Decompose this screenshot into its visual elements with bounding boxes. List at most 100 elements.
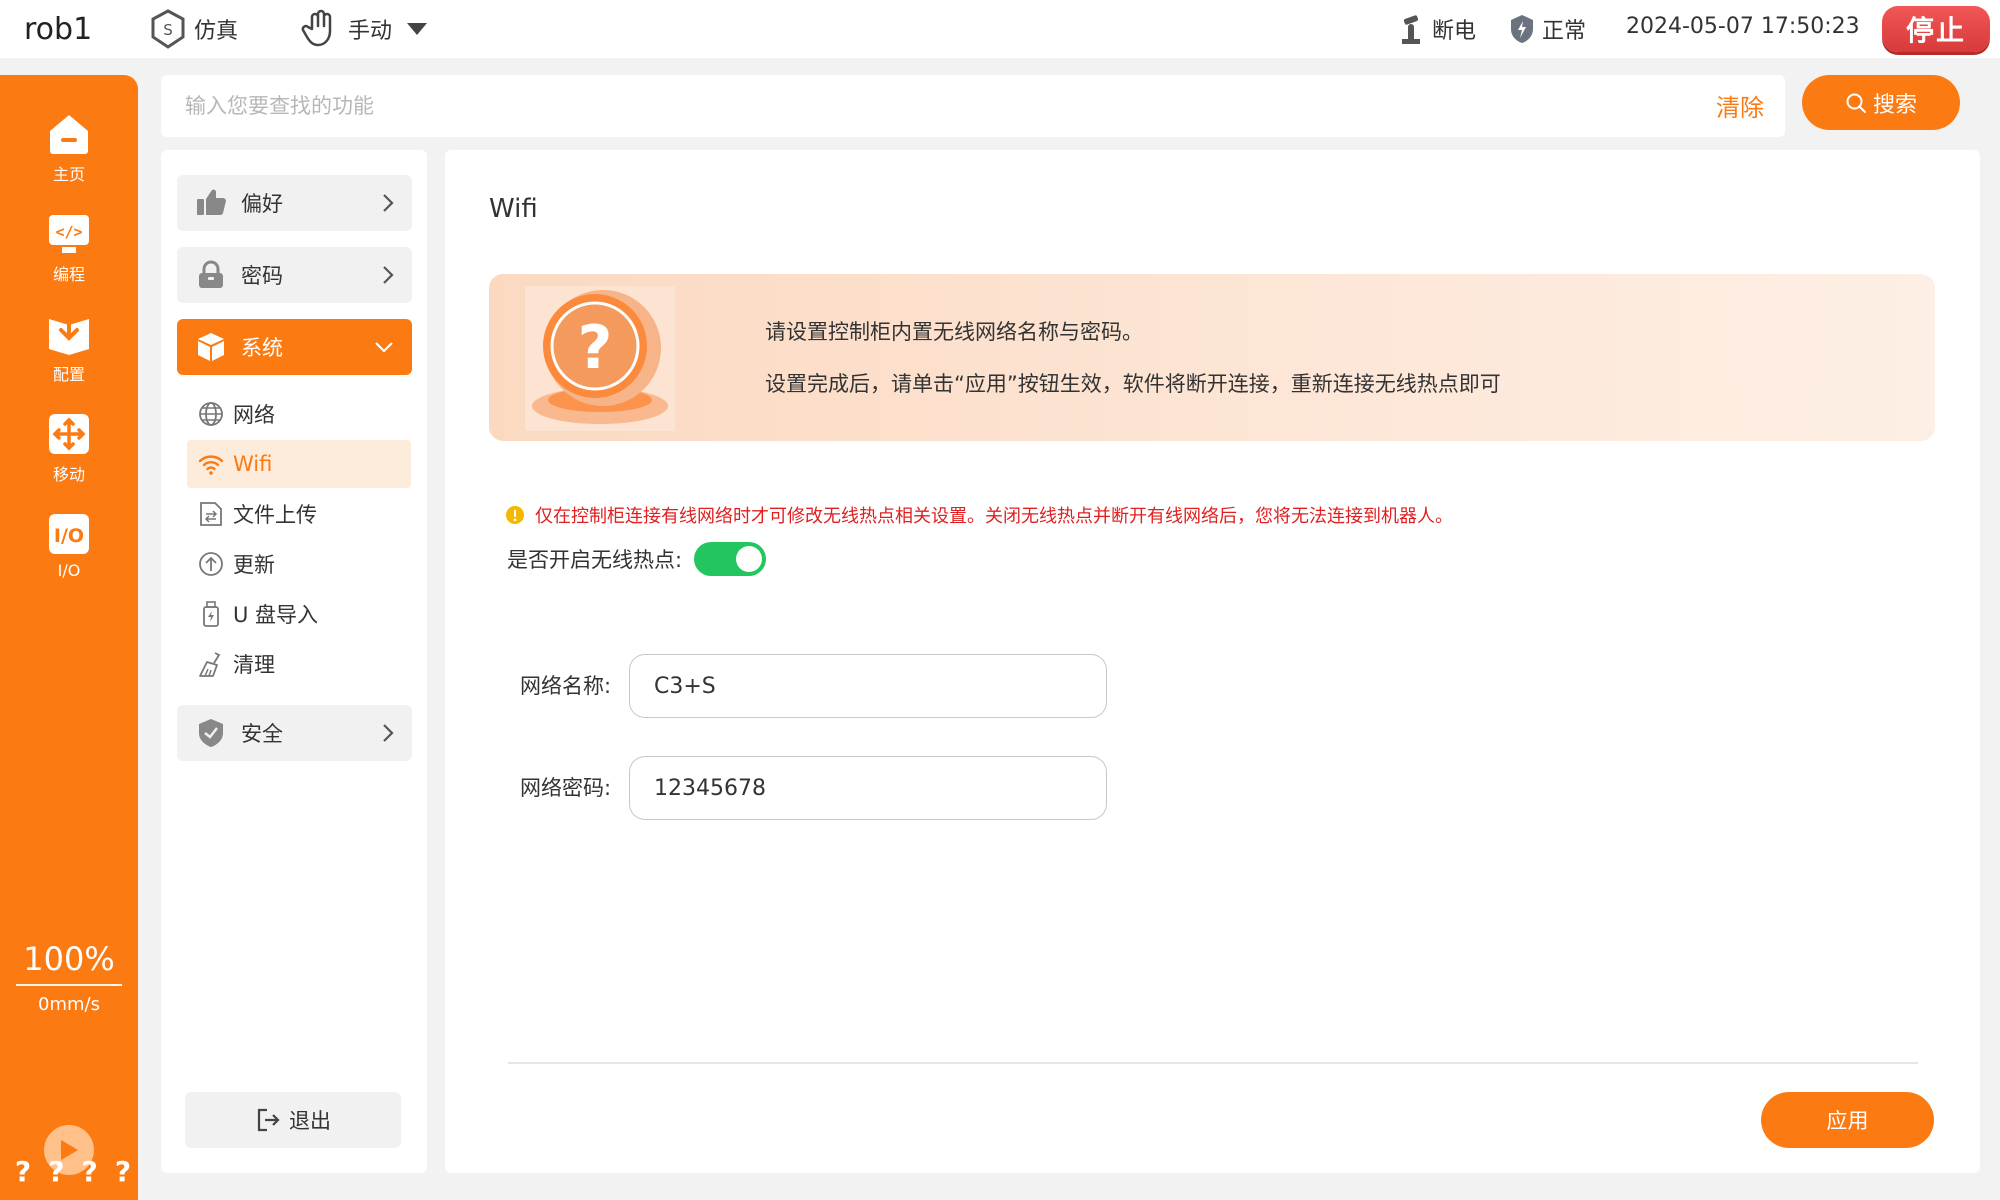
wifi-settings-panel: Wifi ? 请设置控制柜内置无线网络名称与密码。 设置完成后，请单击“应用”按… xyxy=(445,150,1980,1173)
sub-item-update[interactable]: 更新 xyxy=(187,540,411,588)
nav-item-config[interactable]: 配置 xyxy=(0,311,138,385)
menu-label-system: 系统 xyxy=(241,336,283,360)
menu-item-password[interactable]: 密码 xyxy=(177,247,412,303)
speed-value: 0mm/s xyxy=(38,994,100,1015)
chevron-right-icon xyxy=(383,724,394,742)
power-status: 断电 xyxy=(1398,10,1476,48)
quick-button-2[interactable]: ? xyxy=(41,1155,71,1188)
nav-item-programming[interactable]: </> 编程 xyxy=(0,211,138,285)
quick-button-3[interactable]: ? xyxy=(75,1155,105,1188)
nav-label-home: 主页 xyxy=(52,165,85,184)
search-button-label: 搜索 xyxy=(1872,91,1917,117)
file-upload-icon xyxy=(200,502,222,526)
sub-item-file-upload[interactable]: 文件上传 xyxy=(187,490,411,538)
menu-label-password: 密码 xyxy=(241,264,283,288)
power-status-label: 断电 xyxy=(1432,19,1477,44)
nav-label-io: I/O xyxy=(57,561,81,580)
robot-arm-icon xyxy=(1402,15,1420,44)
banner-text-primary: 请设置控制柜内置无线网络名称与密码。 xyxy=(765,320,1143,344)
page-title: Wifi xyxy=(489,194,538,224)
nav-item-home[interactable]: 主页 xyxy=(0,111,138,185)
quick-button-4[interactable]: ? xyxy=(108,1155,138,1188)
logout-button[interactable]: 退出 xyxy=(185,1092,401,1148)
safety-status: 正常 xyxy=(1510,10,1586,48)
quick-button-1[interactable]: ? xyxy=(8,1155,38,1188)
move-arrows-icon xyxy=(49,414,89,454)
left-nav: 主页 </> 编程 配置 移动 I/O I/O 100% 0mm/s xyxy=(0,75,138,1200)
banner-text-secondary: 设置完成后，请单击“应用”按钮生效，软件将断开连接，重新连接无线热点即可 xyxy=(765,372,1501,396)
search-input[interactable] xyxy=(185,85,1635,127)
chevron-right-icon xyxy=(383,194,394,212)
warning-icon xyxy=(506,506,524,524)
sub-item-wifi[interactable]: Wifi xyxy=(187,440,411,488)
quick-buttons: ? ? ? ? xyxy=(8,1155,138,1188)
nav-label-config: 配置 xyxy=(52,365,85,384)
sub-label-update: 更新 xyxy=(233,553,275,577)
caret-down-icon xyxy=(407,23,428,35)
password-input[interactable] xyxy=(629,756,1107,820)
svg-text:</>: </> xyxy=(55,223,82,241)
thumbs-up-icon xyxy=(197,189,226,215)
chevron-down-icon xyxy=(375,342,393,353)
search-bar: 清除 xyxy=(161,75,1785,137)
sub-label-wifi: Wifi xyxy=(233,452,273,476)
datetime: 2024-05-07 17:50:23 xyxy=(1626,14,1860,39)
hotspot-toggle[interactable] xyxy=(694,542,767,576)
speed-indicator[interactable]: 100% 0mm/s xyxy=(0,940,138,1015)
question-mark-icon: ? xyxy=(525,286,675,431)
hand-icon xyxy=(301,9,332,47)
speed-divider xyxy=(16,984,122,986)
home-icon xyxy=(50,115,88,154)
sub-label-cleanup: 清理 xyxy=(233,653,275,677)
warning-text: 仅在控制柜连接有线网络时才可修改无线热点相关设置。关闭无线热点并断开有线网络后，… xyxy=(535,506,1453,527)
usb-icon xyxy=(203,601,219,627)
menu-label-preferences: 偏好 xyxy=(241,192,283,216)
update-icon xyxy=(199,552,223,576)
shield-bolt-icon xyxy=(1511,15,1533,43)
hotspot-label: 是否开启无线热点: xyxy=(507,548,683,572)
manual-mode-label: 手动 xyxy=(348,19,393,44)
password-label: 网络密码: xyxy=(520,776,612,800)
manual-mode-dropdown[interactable]: 手动 xyxy=(300,8,436,50)
code-icon: </> xyxy=(49,215,89,253)
clear-search-link[interactable]: 清除 xyxy=(1716,88,1764,123)
apply-button[interactable]: 应用 xyxy=(1761,1092,1934,1148)
chevron-right-icon xyxy=(383,266,394,284)
simulation-mode-toggle[interactable]: S 仿真 xyxy=(150,8,238,50)
toggle-knob xyxy=(736,546,763,572)
menu-label-safety: 安全 xyxy=(241,722,283,746)
ssid-input[interactable] xyxy=(629,654,1107,718)
speed-percent: 100% xyxy=(23,940,115,978)
warning-message: 仅在控制柜连接有线网络时才可修改无线热点相关设置。关闭无线热点并断开有线网络后，… xyxy=(505,502,1453,528)
svg-text:?: ? xyxy=(578,313,613,383)
sub-label-usb-import: U 盘导入 xyxy=(233,603,319,627)
nav-label-move: 移动 xyxy=(52,465,85,484)
sub-label-network: 网络 xyxy=(233,403,275,427)
top-bar: rob1 S 仿真 手动 断电 正常 2024-05-07 17:50:23 停… xyxy=(0,0,2000,58)
svg-text:I/O: I/O xyxy=(54,525,84,547)
nav-item-io[interactable]: I/O I/O xyxy=(0,511,138,580)
globe-icon xyxy=(199,402,223,426)
search-button[interactable]: 搜索 xyxy=(1802,75,1960,130)
sub-item-cleanup[interactable]: 清理 xyxy=(187,640,411,688)
logout-label: 退出 xyxy=(289,1110,331,1133)
cube-icon xyxy=(198,333,224,361)
wifi-icon xyxy=(198,455,224,475)
ssid-label: 网络名称: xyxy=(520,674,612,698)
sub-label-file-upload: 文件上传 xyxy=(233,503,317,527)
menu-item-safety[interactable]: 安全 xyxy=(177,705,412,761)
stop-button[interactable]: 停止 xyxy=(1882,6,1990,52)
io-icon: I/O xyxy=(49,514,89,554)
sub-item-network[interactable]: 网络 xyxy=(187,390,411,438)
menu-item-system[interactable]: 系统 xyxy=(177,319,412,375)
robot-name: rob1 xyxy=(24,12,93,47)
hotspot-row: 是否开启无线热点: xyxy=(507,542,767,576)
simulation-shield-icon: S xyxy=(151,9,185,49)
info-banner: ? 请设置控制柜内置无线网络名称与密码。 设置完成后，请单击“应用”按钮生效，软… xyxy=(489,274,1935,441)
shield-icon xyxy=(199,719,223,747)
sub-item-usb-import[interactable]: U 盘导入 xyxy=(187,590,411,638)
lock-icon xyxy=(199,260,223,288)
nav-label-programming: 编程 xyxy=(52,265,85,284)
nav-item-move[interactable]: 移动 xyxy=(0,411,138,485)
menu-item-preferences[interactable]: 偏好 xyxy=(177,175,412,231)
